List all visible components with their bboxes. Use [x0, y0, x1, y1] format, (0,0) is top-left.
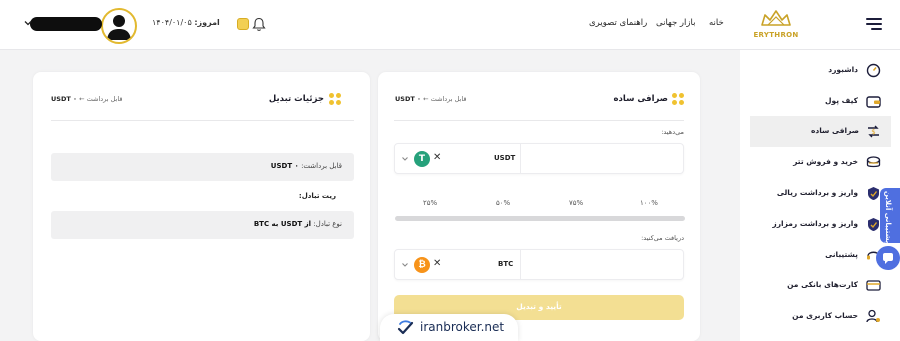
clear-icon[interactable]: ✕ — [433, 152, 441, 164]
percent-75[interactable]: ۷۵% — [569, 199, 583, 207]
card-title: صرافی ساده — [613, 94, 668, 104]
sidebar-item-simple-exchange[interactable]: صرافی ساده $ — [750, 116, 891, 147]
watermark-text: iranbroker.net — [420, 320, 505, 334]
nav-home[interactable]: خانه — [709, 18, 724, 28]
field-divider — [520, 144, 521, 173]
sidebar-item-label: واریز و برداشت رمزارز — [772, 219, 858, 228]
sidebar-item-label: خرید و فروش تتر — [793, 157, 858, 166]
sidebar-item-label: کارت‌های بانکی من — [787, 280, 858, 289]
top-header: ERYTHRON خانه بازار جهانی راهنمای تصویری… — [0, 0, 900, 50]
withdrawable-value: USDT ۰ — [395, 95, 422, 103]
coin-badge-icon[interactable] — [237, 18, 249, 30]
percent-options: ۱۰۰% ۷۵% ۵۰% ۲۵% — [395, 199, 684, 209]
sidebar-item-label: حساب کاربری من — [792, 311, 858, 320]
dots-grid-icon — [329, 93, 341, 105]
bank-card-icon — [866, 280, 881, 291]
sidebar-item-tether-trade[interactable]: خرید و فروش تتر — [740, 147, 900, 178]
withdrawable-label: قابل برداشت — [86, 95, 123, 103]
brand-name[interactable]: ERYTHRON — [750, 31, 802, 39]
detail-row-text: نوع تبادل: از USDT به BTC — [254, 220, 342, 228]
percent-50[interactable]: ۵۰% — [496, 199, 510, 207]
date-display: امروز: ۱۴۰۴/۰۱/۰۵ — [152, 18, 220, 27]
brand-crown-icon — [761, 10, 791, 26]
sidebar-item-rial-transfer[interactable]: واریز و برداشت ریالی — [740, 178, 900, 209]
exchange-icon: $ — [868, 125, 879, 138]
support-tab-label: پشتیبانی آنلاین — [884, 191, 892, 244]
divider — [394, 120, 684, 121]
detail-value: USDT ۰ — [270, 162, 299, 170]
detail-value: از USDT به BTC — [253, 220, 312, 228]
withdrawable-label: قابل برداشت — [430, 95, 467, 103]
receive-currency-code: BTC — [498, 260, 514, 268]
give-amount-field[interactable]: USDT T ✕ — [394, 143, 684, 174]
detail-row-text: قابل برداشت: USDT ۰ — [271, 162, 342, 170]
username-redacted[interactable] — [30, 17, 102, 31]
sidebar-item-wallet[interactable]: کیف پول — [740, 86, 900, 117]
detail-row-exchange-type: نوع تبادل: از USDT به BTC — [51, 211, 354, 239]
exchange-card: صرافی ساده قابل برداشت ← USDT ۰ می‌دهید:… — [378, 72, 700, 341]
field-divider — [520, 250, 521, 279]
chevron-down-icon[interactable] — [401, 261, 409, 269]
svg-text:$: $ — [871, 128, 875, 136]
sidebar-item-label: پشتیبانی — [825, 250, 858, 259]
sidebar-item-label: کیف پول — [825, 96, 858, 105]
chat-icon — [883, 253, 893, 264]
broker-logo-icon — [397, 320, 414, 335]
user-silhouette-icon — [107, 15, 131, 40]
online-support-tab[interactable]: پشتیبانی آنلاین — [880, 188, 900, 243]
confirm-button-label: تأیید و تبدیل — [516, 302, 562, 311]
menu-icon[interactable] — [866, 18, 882, 31]
chat-button[interactable] — [876, 246, 900, 270]
sidebar-item-dashboard[interactable]: داشبورد — [740, 55, 900, 86]
details-card: جزئیات تبدیل قابل برداشت ← USDT ۰ قابل ب… — [33, 72, 370, 341]
sidebar-item-bank-cards[interactable]: کارت‌های بانکی من — [740, 270, 900, 301]
watermark-badge: iranbroker.net — [380, 314, 518, 341]
wallet-icon — [866, 96, 881, 108]
tether-icon: T — [414, 151, 430, 167]
receive-label: دریافت می‌کنید: — [641, 234, 684, 242]
percent-25[interactable]: ۲۵% — [423, 199, 437, 207]
bitcoin-icon: ₿ — [414, 257, 430, 273]
bell-icon[interactable] — [252, 17, 266, 32]
give-currency-code: USDT — [494, 154, 516, 162]
sidebar-item-label: واریز و برداشت ریالی — [776, 188, 858, 197]
date-value: ۱۴۰۴/۰۱/۰۵ — [152, 18, 192, 27]
divider — [51, 120, 354, 121]
receive-amount-field[interactable]: BTC ₿ ✕ — [394, 249, 684, 280]
card-title: جزئیات تبدیل — [268, 94, 324, 104]
withdrawable-note: قابل برداشت ← USDT ۰ — [51, 95, 123, 103]
sidebar-item-crypto-transfer[interactable]: واریز و برداشت رمزارز — [740, 209, 900, 240]
tether-trade-icon — [866, 156, 881, 168]
nav-global-market[interactable]: بازار جهانی — [656, 18, 695, 28]
give-label: می‌دهید: — [661, 128, 684, 136]
sidebar: داشبورد کیف پول صرافی ساده $ خرید و فروش… — [740, 50, 900, 341]
amount-slider[interactable] — [395, 216, 685, 221]
sidebar-item-account[interactable]: حساب کاربری من — [740, 301, 900, 332]
detail-row-withdrawable: قابل برداشت: USDT ۰ — [51, 153, 354, 181]
percent-100[interactable]: ۱۰۰% — [640, 199, 658, 207]
detail-label: نوع تبادل: — [313, 220, 342, 228]
withdrawable-value: USDT ۰ — [51, 95, 78, 103]
detail-row-rate: ریت تبادل: — [298, 192, 336, 200]
avatar[interactable] — [101, 8, 137, 44]
clear-icon[interactable]: ✕ — [433, 258, 441, 270]
sidebar-item-label: صرافی ساده — [810, 126, 859, 135]
user-settings-icon — [866, 309, 880, 323]
detail-label: قابل برداشت: — [301, 162, 342, 170]
nav-visual-guide[interactable]: راهنمای تصویری — [589, 18, 647, 28]
chevron-down-icon[interactable] — [401, 155, 409, 163]
dots-grid-icon — [672, 93, 684, 105]
chevron-down-icon[interactable] — [23, 18, 33, 28]
withdrawable-note: قابل برداشت ← USDT ۰ — [395, 95, 467, 103]
sidebar-item-label: داشبورد — [828, 65, 858, 74]
date-label: امروز: — [194, 18, 220, 27]
gauge-icon — [866, 63, 881, 78]
